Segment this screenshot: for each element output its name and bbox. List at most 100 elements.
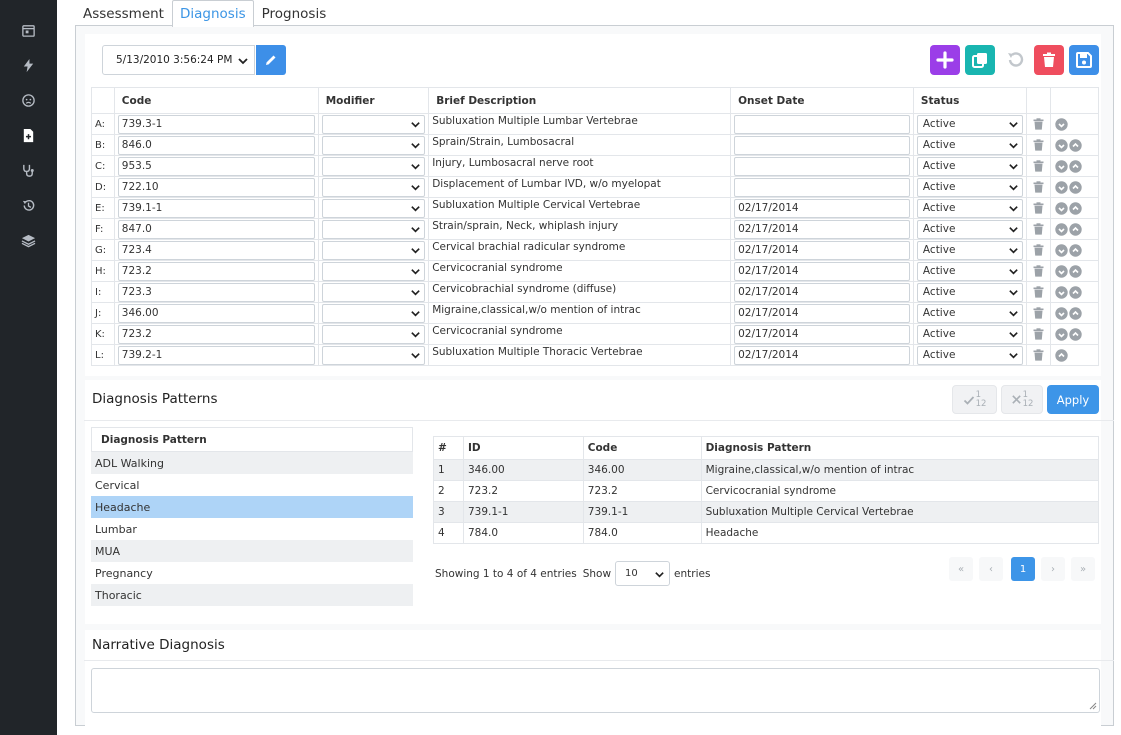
chevron-down-circle-icon[interactable]: [1055, 306, 1069, 320]
pattern-item-headache[interactable]: Headache: [91, 496, 413, 518]
trash-icon[interactable]: [1033, 223, 1044, 235]
pattern-item-lumbar[interactable]: Lumbar: [91, 518, 413, 540]
code-input[interactable]: 722.10: [117, 177, 315, 197]
pattern-item-cervical[interactable]: Cervical: [91, 474, 413, 496]
trash-icon[interactable]: [1033, 328, 1044, 340]
onset-date-input[interactable]: 02/17/2014: [734, 303, 910, 323]
chevron-down-circle-icon[interactable]: [1055, 327, 1069, 341]
pager-prev[interactable]: ‹: [979, 557, 1003, 581]
code-input[interactable]: 723.2: [117, 261, 315, 281]
table-row[interactable]: 4 784.0 784.0 Headache: [433, 522, 1100, 544]
onset-date-input[interactable]: 02/17/2014: [734, 240, 910, 260]
trash-icon[interactable]: [1033, 139, 1044, 151]
delete-diagnosis-button[interactable]: [1034, 45, 1064, 75]
sidebar-item-1[interactable]: [0, 48, 57, 83]
modifier-select[interactable]: [321, 156, 426, 176]
tab-prognosis[interactable]: Prognosis: [254, 0, 335, 26]
status-select[interactable]: Active: [916, 282, 1023, 302]
code-input[interactable]: 739.2-1: [117, 345, 315, 365]
chevron-up-circle-icon[interactable]: [1069, 138, 1083, 152]
status-select[interactable]: Active: [916, 156, 1023, 176]
modifier-select[interactable]: [321, 198, 426, 218]
chevron-down-circle-icon[interactable]: [1055, 285, 1069, 299]
chevron-up-circle-icon[interactable]: [1069, 243, 1083, 257]
pattern-item-pregnancy[interactable]: Pregnancy: [91, 562, 413, 584]
pager-first[interactable]: «: [949, 557, 973, 581]
edit-date-button[interactable]: [256, 45, 286, 75]
chevron-up-circle-icon[interactable]: [1069, 327, 1083, 341]
trash-icon[interactable]: [1033, 202, 1044, 214]
code-input[interactable]: 739.3-1: [117, 114, 315, 134]
undo-button[interactable]: [1000, 45, 1030, 75]
onset-date-input[interactable]: 02/17/2014: [734, 282, 910, 302]
chevron-down-circle-icon[interactable]: [1055, 201, 1069, 215]
onset-date-input[interactable]: 02/17/2014: [734, 261, 910, 281]
code-input[interactable]: 723.2: [117, 324, 315, 344]
onset-date-input[interactable]: [734, 156, 910, 176]
status-select[interactable]: Active: [916, 219, 1023, 239]
visit-date-select[interactable]: 5/13/2010 3:56:24 PM: [102, 45, 255, 75]
onset-date-input[interactable]: [734, 177, 910, 197]
trash-icon[interactable]: [1033, 349, 1044, 361]
code-input[interactable]: 723.4: [117, 240, 315, 260]
code-input[interactable]: 846.0: [117, 135, 315, 155]
modifier-select[interactable]: [321, 135, 426, 155]
pattern-item-adl-walking[interactable]: ADL Walking: [91, 452, 413, 474]
pager-current[interactable]: 1: [1011, 557, 1035, 581]
status-select[interactable]: Active: [916, 114, 1023, 134]
trash-icon[interactable]: [1033, 265, 1044, 277]
check-all-button[interactable]: 1 12: [952, 385, 997, 414]
apply-button[interactable]: Apply: [1047, 385, 1099, 414]
chevron-up-circle-icon[interactable]: [1069, 222, 1083, 236]
code-input[interactable]: 953.5: [117, 156, 315, 176]
modifier-select[interactable]: [321, 324, 426, 344]
pattern-item-mua[interactable]: MUA: [91, 540, 413, 562]
save-button[interactable]: [1069, 45, 1099, 75]
sidebar-item-5[interactable]: [0, 188, 57, 223]
modifier-select[interactable]: [321, 219, 426, 239]
sidebar-item-6[interactable]: [0, 223, 57, 258]
add-diagnosis-button[interactable]: [930, 45, 960, 75]
status-select[interactable]: Active: [916, 261, 1023, 281]
trash-icon[interactable]: [1033, 160, 1044, 172]
status-select[interactable]: Active: [916, 135, 1023, 155]
code-input[interactable]: 346.00: [117, 303, 315, 323]
table-row[interactable]: 3 739.1-1 739.1-1 Subluxation Multiple Cerv…: [433, 501, 1100, 523]
chevron-down-circle-icon[interactable]: [1055, 138, 1069, 152]
table-row[interactable]: 1 346.00 346.00 Migraine,classical,w/o ment…: [433, 459, 1100, 481]
chevron-up-circle-icon[interactable]: [1069, 201, 1083, 215]
trash-icon[interactable]: [1033, 307, 1044, 319]
code-input[interactable]: 739.1-1: [117, 198, 315, 218]
pager-next[interactable]: ›: [1041, 557, 1065, 581]
modifier-select[interactable]: [321, 345, 426, 365]
narrative-textarea[interactable]: [91, 668, 1100, 713]
chevron-down-circle-icon[interactable]: [1055, 264, 1069, 278]
modifier-select[interactable]: [321, 177, 426, 197]
onset-date-input[interactable]: 02/17/2014: [734, 345, 910, 365]
uncheck-all-button[interactable]: 1 12: [1001, 385, 1043, 414]
pager-last[interactable]: »: [1071, 557, 1095, 581]
pattern-item-thoracic[interactable]: Thoracic: [91, 584, 413, 606]
status-select[interactable]: Active: [916, 345, 1023, 365]
sidebar-item-0[interactable]: [0, 13, 57, 48]
status-select[interactable]: Active: [916, 177, 1023, 197]
chevron-up-circle-icon[interactable]: [1069, 180, 1083, 194]
status-select[interactable]: Active: [916, 324, 1023, 344]
chevron-down-circle-icon[interactable]: [1055, 180, 1069, 194]
modifier-select[interactable]: [321, 282, 426, 302]
chevron-up-circle-icon[interactable]: [1069, 159, 1083, 173]
tab-diagnosis[interactable]: Diagnosis: [171, 0, 254, 27]
modifier-select[interactable]: [321, 114, 426, 134]
onset-date-input[interactable]: 02/17/2014: [734, 219, 910, 239]
modifier-select[interactable]: [321, 303, 426, 323]
trash-icon[interactable]: [1033, 118, 1044, 130]
status-select[interactable]: Active: [916, 303, 1023, 323]
onset-date-input[interactable]: 02/17/2014: [734, 324, 910, 344]
page-size-select[interactable]: 10: [615, 561, 671, 586]
chevron-up-circle-icon[interactable]: [1069, 285, 1083, 299]
onset-date-input[interactable]: [734, 135, 910, 155]
modifier-select[interactable]: [321, 240, 426, 260]
onset-date-input[interactable]: 02/17/2014: [734, 198, 910, 218]
tab-assessment[interactable]: Assessment: [75, 0, 172, 26]
chevron-up-circle-icon[interactable]: [1055, 348, 1069, 362]
